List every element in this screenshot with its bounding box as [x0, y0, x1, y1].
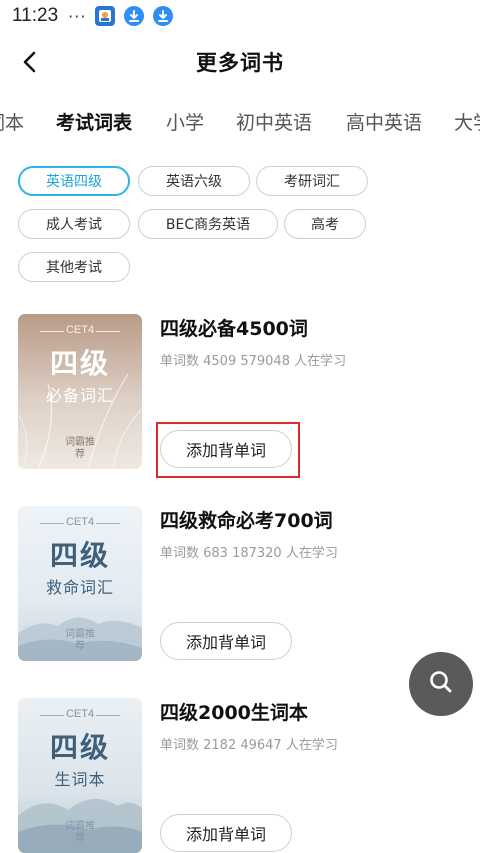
chip-cet4[interactable]: 英语四级	[18, 166, 130, 196]
cover-main-title: 四级	[49, 731, 110, 764]
chip-cet6[interactable]: 英语六级	[138, 166, 250, 196]
cover-brand: 词霸推荐	[65, 629, 95, 652]
tab-cibook[interactable]: 词本	[0, 108, 24, 135]
cover-brand: 词霸推荐	[65, 821, 95, 844]
search-icon	[427, 668, 455, 700]
cover-tag: CET4	[65, 324, 95, 336]
status-time: 11:23	[12, 5, 59, 26]
cover-subtitle: 救命词汇	[45, 578, 114, 597]
cover-tag: CET4	[65, 516, 95, 528]
cover-subtitle: 必备词汇	[45, 386, 114, 405]
chip-bec[interactable]: BEC商务英语	[138, 209, 278, 239]
tab-university[interactable]: 大学	[454, 108, 480, 135]
book-card[interactable]: CET4 四级 救命词汇 词霸推荐 四级救命必考700词 单词数 683 187…	[0, 506, 480, 686]
page-title: 更多词书	[196, 51, 284, 75]
tab-primary-school[interactable]: 小学	[166, 108, 204, 135]
category-tabs: 词本 考试词表 小学 初中英语 高中英语 大学	[0, 100, 480, 146]
cover-main-title: 四级	[49, 347, 110, 380]
gallery-app-icon	[95, 6, 116, 26]
cover-tag: CET4	[65, 708, 95, 720]
add-to-study-button[interactable]: 添加背单词	[160, 814, 292, 852]
book-meta: 单词数 2182 49647 人在学习	[160, 738, 338, 753]
tab-junior-english[interactable]: 初中英语	[236, 108, 312, 135]
status-more-dots: ···	[68, 6, 87, 26]
book-cover[interactable]: CET4 四级 必备词汇 词霸推荐	[18, 314, 142, 469]
chip-kaoyan[interactable]: 考研词汇	[256, 166, 368, 196]
highlight-box	[156, 422, 300, 478]
chip-other-exam[interactable]: 其他考试	[18, 252, 130, 282]
header: 更多词书	[0, 36, 480, 88]
chip-adult-exam[interactable]: 成人考试	[18, 209, 130, 239]
book-cover[interactable]: CET4 四级 救命词汇 词霸推荐	[18, 506, 142, 661]
chip-gaokao[interactable]: 高考	[284, 209, 366, 239]
search-button[interactable]	[409, 652, 473, 716]
add-to-study-button[interactable]: 添加背单词	[160, 622, 292, 660]
cover-subtitle: 生词本	[54, 770, 106, 789]
book-title[interactable]: 四级救命必考700词	[160, 506, 333, 533]
book-cover[interactable]: CET4 四级 生词本 词霸推荐	[18, 698, 142, 853]
download-icon	[124, 6, 145, 26]
tab-exam-wordlist[interactable]: 考试词表	[56, 108, 132, 135]
book-title[interactable]: 四级2000生词本	[160, 698, 308, 725]
status-bar: 11:23 ···	[0, 0, 480, 32]
cover-main-title: 四级	[49, 539, 110, 572]
book-meta: 单词数 683 187320 人在学习	[160, 546, 338, 561]
tab-senior-english[interactable]: 高中英语	[346, 108, 422, 135]
chevron-left-icon[interactable]	[16, 48, 44, 76]
book-meta: 单词数 4509 579048 人在学习	[160, 354, 347, 369]
download-icon	[153, 6, 174, 26]
book-title[interactable]: 四级必备4500词	[160, 314, 308, 341]
cover-brand: 词霸推荐	[65, 437, 95, 460]
book-card[interactable]: CET4 四级 生词本 词霸推荐 四级2000生词本 单词数 2182 4964…	[0, 698, 480, 853]
